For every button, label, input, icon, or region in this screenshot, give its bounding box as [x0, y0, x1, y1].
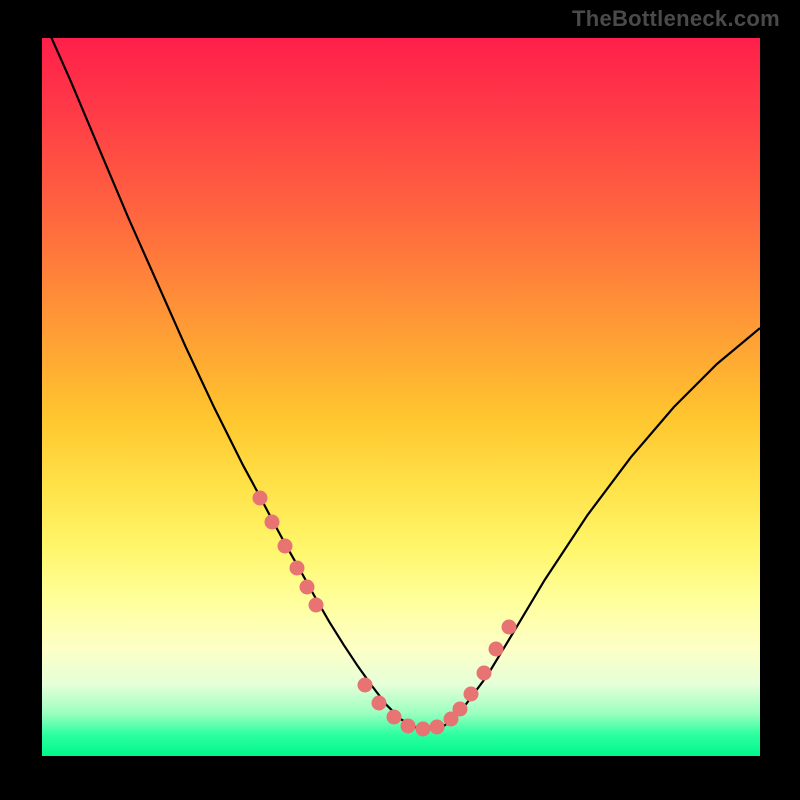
marker-dot [278, 539, 293, 554]
marker-dot [309, 598, 324, 613]
marker-dot [265, 514, 280, 529]
marker-dot [476, 665, 491, 680]
marker-dot [358, 677, 373, 692]
marker-dot [489, 642, 504, 657]
marker-dot [429, 720, 444, 735]
chart-frame: TheBottleneck.com [0, 0, 800, 800]
bottleneck-curve [42, 38, 760, 756]
plot-area [42, 38, 760, 756]
marker-dot [299, 580, 314, 595]
marker-dot [415, 722, 430, 737]
watermark-text: TheBottleneck.com [572, 6, 780, 32]
marker-dot [289, 560, 304, 575]
marker-dot [452, 701, 467, 716]
marker-dot [401, 718, 416, 733]
marker-dot [372, 695, 387, 710]
marker-dot [463, 686, 478, 701]
marker-dot [501, 619, 516, 634]
marker-dot [386, 709, 401, 724]
marker-dot [253, 490, 268, 505]
